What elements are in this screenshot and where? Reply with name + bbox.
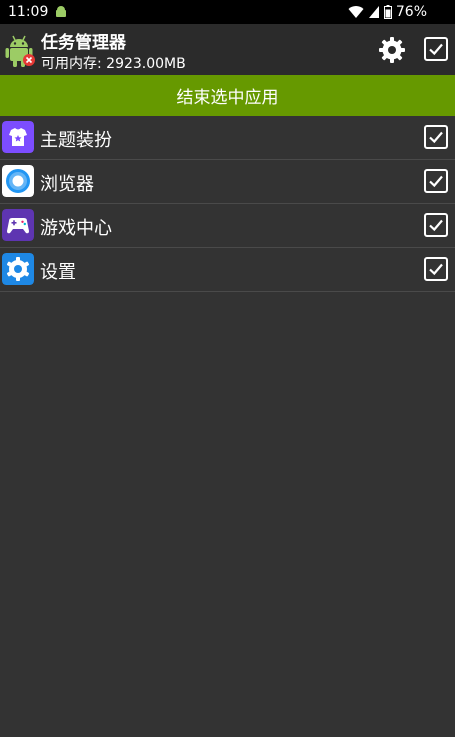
settings-icon: [2, 253, 34, 285]
settings-checkbox[interactable]: [424, 257, 448, 281]
end-selected-apps-button[interactable]: 结束选中应用: [0, 75, 455, 116]
list-item-game-center[interactable]: 游戏中心: [0, 204, 455, 248]
app-list: 主题装扮 浏览器 游戏中心 设置: [0, 116, 455, 292]
battery-icon: [383, 5, 392, 19]
browser-checkbox[interactable]: [424, 169, 448, 193]
list-item-label: 设置: [40, 262, 76, 283]
checkmark-icon: [429, 219, 443, 232]
checkmark-icon: [429, 263, 443, 276]
list-item-label: 浏览器: [40, 174, 94, 195]
browser-icon: [2, 165, 34, 197]
game-center-checkbox[interactable]: [424, 213, 448, 237]
list-item-settings[interactable]: 设置: [0, 248, 455, 292]
list-item-label: 主题装扮: [40, 130, 112, 151]
theme-checkbox[interactable]: [424, 125, 448, 149]
task-manager-android-icon: [5, 35, 35, 67]
android-notification-icon: [56, 6, 67, 17]
status-indicators: 76%: [348, 0, 427, 24]
list-item-theme[interactable]: 主题装扮: [0, 116, 455, 160]
signal-icon: [368, 6, 379, 18]
checkmark-icon: [429, 131, 443, 144]
game-center-icon: [2, 209, 34, 241]
app-bar: 任务管理器 可用内存: 2923.00MB: [0, 24, 455, 75]
page-title: 任务管理器: [41, 33, 126, 53]
checkmark-icon: [429, 43, 443, 56]
status-bar: 11:09 76%: [0, 0, 455, 24]
checkmark-icon: [429, 175, 443, 188]
list-item-browser[interactable]: 浏览器: [0, 160, 455, 204]
theme-icon: [2, 121, 34, 153]
wifi-icon: [348, 6, 364, 19]
available-memory-text: 可用内存: 2923.00MB: [41, 56, 186, 72]
select-all-checkbox[interactable]: [424, 37, 448, 61]
status-time: 11:09: [8, 4, 49, 20]
list-item-label: 游戏中心: [40, 218, 112, 239]
gear-icon[interactable]: [378, 36, 406, 64]
battery-percent: 76%: [395, 4, 427, 20]
